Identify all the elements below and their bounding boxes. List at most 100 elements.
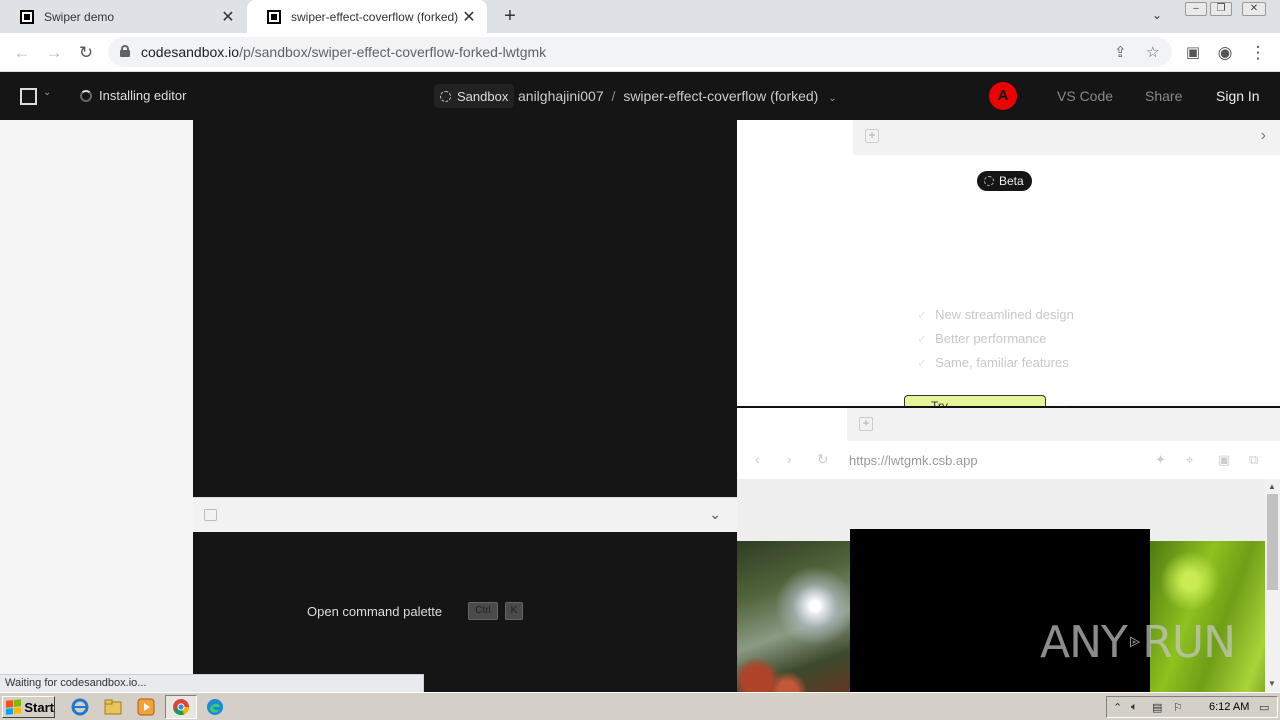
chrome-taskbar-button[interactable] <box>165 695 197 719</box>
preview-tab-bar: + <box>737 408 1280 441</box>
ctrl-key-badge: Ctrl <box>468 602 498 620</box>
back-arrow-icon[interactable]: ← <box>10 41 34 65</box>
bookmark-star-icon[interactable]: ☆ <box>1146 43 1159 61</box>
terminal-tab-bar: ⌄ <box>193 497 737 532</box>
windows-logo-icon <box>6 699 22 715</box>
scrollbar-thumb[interactable] <box>1267 494 1278 590</box>
sandbox-badge: Sandbox <box>434 84 515 108</box>
tab-title: swiper-effect-coverflow (forked) - C <box>291 9 459 24</box>
check-icon: ✓ <box>917 307 928 322</box>
preview-tab-strip: + <box>847 408 1280 441</box>
owner-name: anilghajini007 <box>518 88 604 104</box>
address-bar[interactable]: codesandbox.io/p/sandbox/swiper-effect-c… <box>108 37 1172 67</box>
preview-address-bar: ‹ › ↻ https://lwtgmk.csb.app ✦ ⌖ ▣ ⧉ <box>737 441 1280 479</box>
tab-swiper-demo[interactable]: Swiper demo ✕ <box>0 0 246 33</box>
swiper-slide-image[interactable] <box>737 541 850 692</box>
open-in-new-window-icon[interactable]: ⧉ <box>1249 452 1258 468</box>
browser-toolbar: ← → ↻ codesandbox.io/p/sandbox/swiper-ef… <box>0 33 1280 72</box>
preview-forward-icon[interactable]: › <box>787 451 792 467</box>
windows-taskbar: Start ⌃ 🔈︎ ▤ ⚐ 6:12 AM ▭ <box>0 692 1280 720</box>
restore-window-button[interactable]: ❐ <box>1210 2 1232 16</box>
beta-badge: Beta <box>977 171 1032 191</box>
feature-item: ✓ Same, familiar features <box>917 355 1069 370</box>
add-tab-icon[interactable]: + <box>859 417 873 431</box>
network-icon[interactable]: ▤ <box>1152 701 1162 714</box>
k-key-badge: K <box>505 602 523 620</box>
feature-item: ✓ New streamlined design <box>917 307 1074 322</box>
preview-url-input[interactable]: https://lwtgmk.csb.app <box>849 453 978 468</box>
file-explorer-icon[interactable] <box>104 698 122 716</box>
play-triangle-icon <box>1129 636 1141 648</box>
magic-wand-icon[interactable]: ✦ <box>1155 452 1166 468</box>
system-tray: ⌃ 🔈︎ ▤ ⚐ 6:12 AM ▭ <box>1106 696 1278 718</box>
share-page-icon[interactable]: ⇪ <box>1114 43 1127 61</box>
show-desktop-icon[interactable]: ▭ <box>1259 701 1269 714</box>
tab-swiper-coverflow[interactable]: swiper-effect-coverflow (forked) - C ✕ <box>247 0 487 33</box>
command-palette-hint[interactable]: Open command palette <box>307 604 442 619</box>
console-icon[interactable]: ▣ <box>1218 452 1230 468</box>
media-player-icon[interactable] <box>137 698 155 716</box>
lock-icon[interactable] <box>120 45 130 57</box>
url-text[interactable]: codesandbox.io/p/sandbox/swiper-effect-c… <box>141 44 546 60</box>
minimize-window-button[interactable]: – <box>1185 2 1207 16</box>
left-sidebar <box>0 120 193 692</box>
menu-kebab-icon[interactable]: ⋮ <box>1246 41 1270 65</box>
internet-explorer-icon[interactable] <box>71 698 89 716</box>
project-path[interactable]: anilghajini007 / swiper-effect-coverflow… <box>518 88 837 104</box>
check-icon: ✓ <box>917 355 928 370</box>
chevron-right-icon[interactable]: › <box>1261 127 1266 145</box>
watermark-right-text: RUN <box>1142 616 1236 668</box>
edge-icon[interactable] <box>206 698 224 716</box>
preview-scrollbar[interactable]: ▲ ▼ <box>1265 479 1280 692</box>
browser-status-bubble: Waiting for codesandbox.io... <box>0 674 424 692</box>
check-icon: ✓ <box>917 331 928 346</box>
beta-panel: + › Beta ✓ New streamlined design ✓ Bett… <box>737 120 1280 414</box>
feature-item: ✓ Better performance <box>917 331 1046 346</box>
tab-close-icon[interactable]: ✕ <box>218 7 238 27</box>
preview-reload-icon[interactable]: ↻ <box>817 451 829 468</box>
close-window-button[interactable]: ✕ <box>1242 2 1266 16</box>
beta-label: Beta <box>999 174 1024 188</box>
tab-close-icon[interactable]: ✕ <box>459 7 479 27</box>
tab-title: Swiper demo <box>44 9 115 24</box>
profile-icon[interactable]: ◉ <box>1213 41 1237 65</box>
scroll-up-icon[interactable]: ▲ <box>1268 482 1276 491</box>
project-name: swiper-effect-coverflow (forked) <box>623 88 819 104</box>
codesandbox-logo-icon[interactable] <box>20 88 37 105</box>
forward-arrow-icon[interactable]: → <box>42 41 66 65</box>
feature-label: Better performance <box>935 331 1047 346</box>
share-button[interactable]: Share <box>1145 88 1182 104</box>
panel-tab-bar: + › <box>853 120 1280 155</box>
side-panel-icon[interactable]: ▣ <box>1181 41 1205 65</box>
reload-icon[interactable]: ↻ <box>74 41 98 65</box>
volume-icon[interactable]: 🔈︎ <box>1131 701 1138 714</box>
sandbox-label: Sandbox <box>457 88 509 104</box>
installing-status: Installing editor <box>80 88 186 103</box>
chrome-icon <box>173 699 189 716</box>
avatar[interactable]: A <box>989 82 1017 110</box>
new-tab-button[interactable]: + <box>499 5 521 27</box>
vscode-button[interactable]: VS Code <box>1057 88 1113 104</box>
preview-back-icon[interactable]: ‹ <box>755 451 760 467</box>
taskbar-clock[interactable]: 6:12 AM <box>1209 701 1249 713</box>
watermark-left-text: ANY <box>1040 616 1128 668</box>
codesandbox-favicon-icon <box>20 9 34 24</box>
add-tab-icon[interactable]: + <box>865 129 879 143</box>
start-label: Start <box>24 699 54 715</box>
scroll-down-icon[interactable]: ▼ <box>1268 679 1276 688</box>
editor-pane[interactable] <box>193 120 737 497</box>
tray-expand-icon[interactable]: ⌃ <box>1113 701 1122 714</box>
terminal-pane[interactable]: Open command palette Ctrl K <box>193 532 737 692</box>
chevron-down-icon[interactable]: ⌄ <box>43 87 51 98</box>
terminal-icon[interactable] <box>204 509 217 521</box>
feature-label: Same, familiar features <box>935 355 1069 370</box>
anyrun-watermark: ANY RUN <box>1040 612 1236 672</box>
crosshair-icon[interactable]: ⌖ <box>1186 452 1193 468</box>
start-button[interactable]: Start <box>2 696 55 718</box>
chevron-down-icon[interactable]: ⌄ <box>709 506 721 523</box>
chevron-down-icon: ⌄ <box>828 93 837 104</box>
sign-in-button[interactable]: Sign In <box>1216 88 1260 104</box>
tab-search-chevron-icon[interactable]: ⌄ <box>1152 8 1162 22</box>
action-center-flag-icon[interactable]: ⚐ <box>1173 701 1183 714</box>
sandbox-icon <box>984 176 994 186</box>
